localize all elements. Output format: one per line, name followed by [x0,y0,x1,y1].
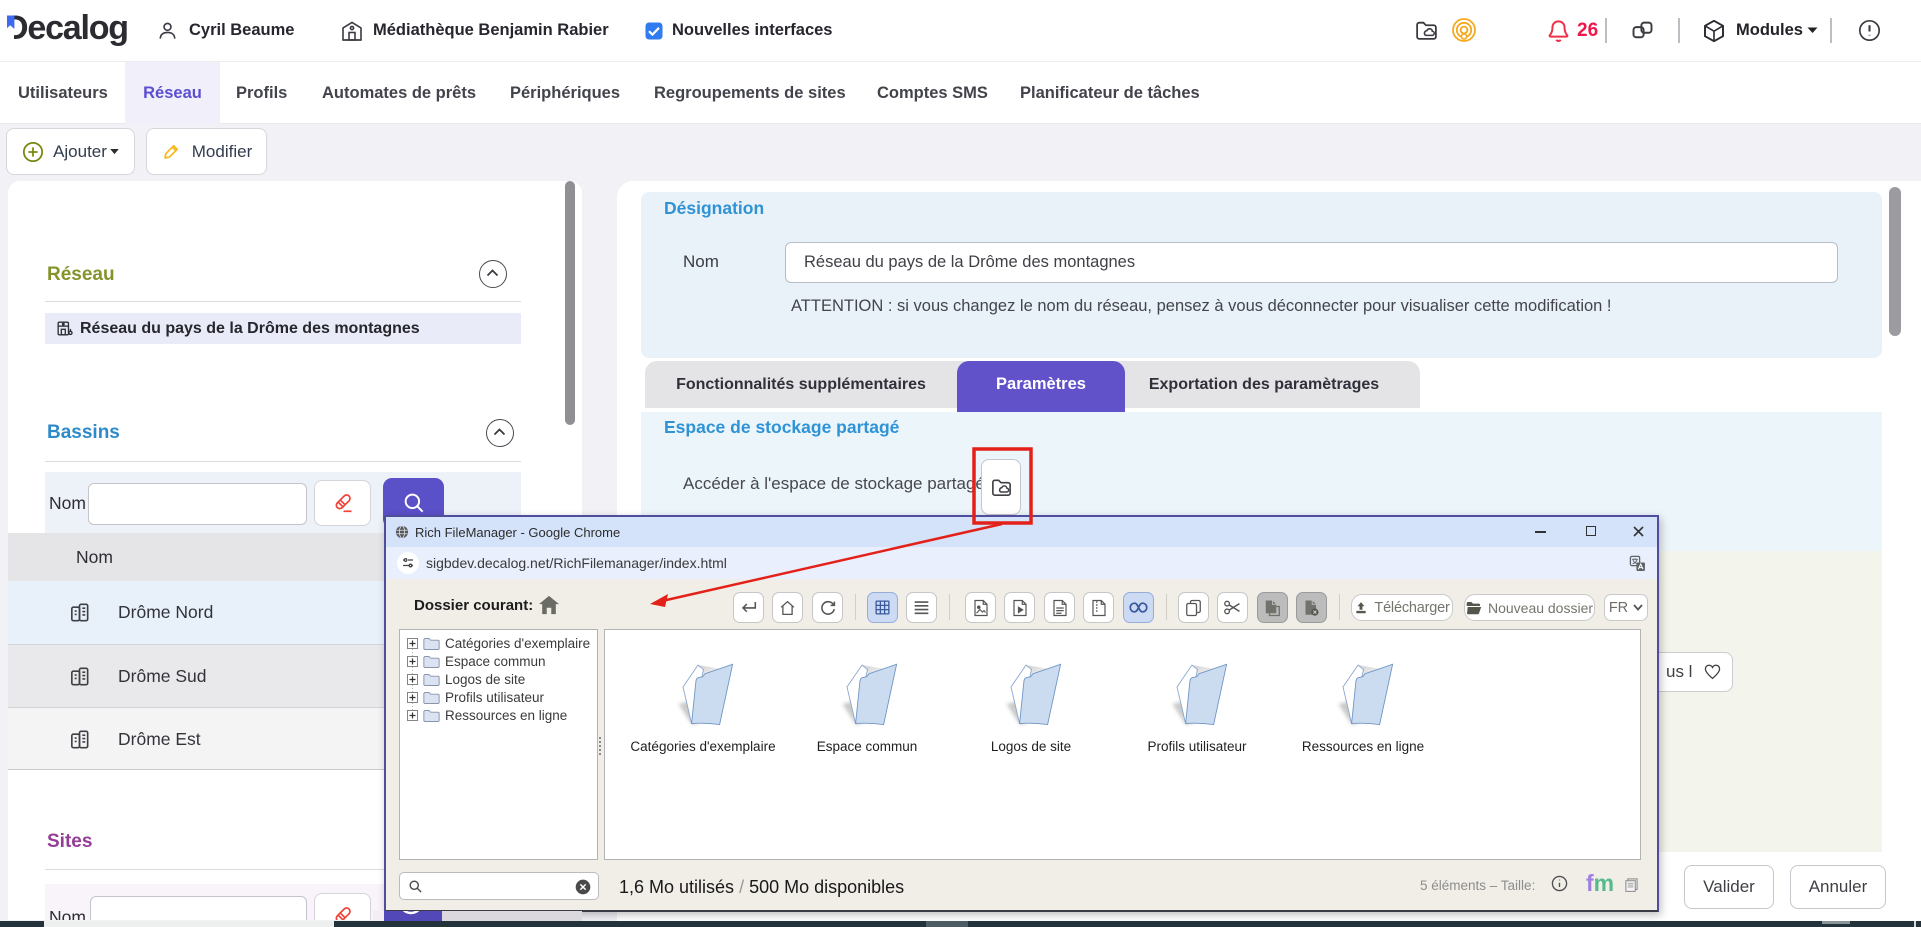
svg-text:Decalog: Decalog [7,9,128,47]
